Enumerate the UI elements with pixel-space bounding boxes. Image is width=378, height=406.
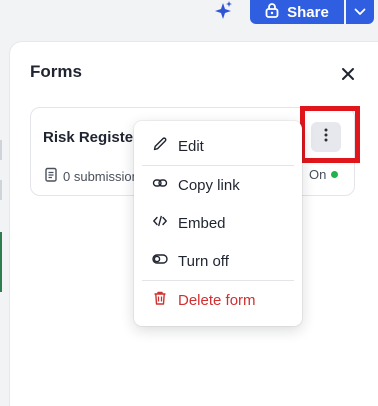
pencil-icon [152,136,168,156]
menu-item-copy-link[interactable]: Copy link [134,167,302,203]
document-icon [45,167,57,185]
background-edge [0,140,2,160]
panel-title: Forms [30,62,82,81]
form-title: Risk Register [43,129,139,146]
status-dot [331,171,339,178]
link-icon [152,175,168,195]
code-icon [152,213,168,233]
menu-item-edit[interactable]: Edit [134,128,302,164]
menu-item-label: Delete form [178,291,256,309]
share-button-group: Share [250,0,374,24]
menu-item-embed[interactable]: Embed [134,205,302,241]
menu-item-delete-form[interactable]: Delete form [134,282,302,318]
share-label: Share [287,3,329,21]
share-options-button[interactable] [346,0,374,24]
toggle-icon [152,251,168,271]
form-options-menu: Edit Copy link Embed Turn off Delete for… [134,121,302,326]
menu-item-label: Edit [178,137,204,155]
menu-divider [142,280,294,281]
close-icon[interactable] [338,64,358,84]
menu-item-label: Turn off [178,252,229,270]
trash-icon [152,290,168,310]
status-badge: On [309,167,339,182]
status-label: On [309,167,327,182]
menu-item-label: Copy link [178,176,240,194]
background-edge-accent [0,232,2,292]
share-button[interactable]: Share [250,0,344,24]
submission-count: 0 submissions [45,167,145,185]
menu-divider [142,165,294,166]
highlight-box [300,106,360,163]
chevron-down-icon [354,3,366,21]
menu-item-turn-off[interactable]: Turn off [134,243,302,279]
menu-item-label: Embed [178,214,226,232]
lock-icon [265,2,279,22]
sparkle-icon[interactable] [210,0,234,22]
background-edge [0,180,2,200]
